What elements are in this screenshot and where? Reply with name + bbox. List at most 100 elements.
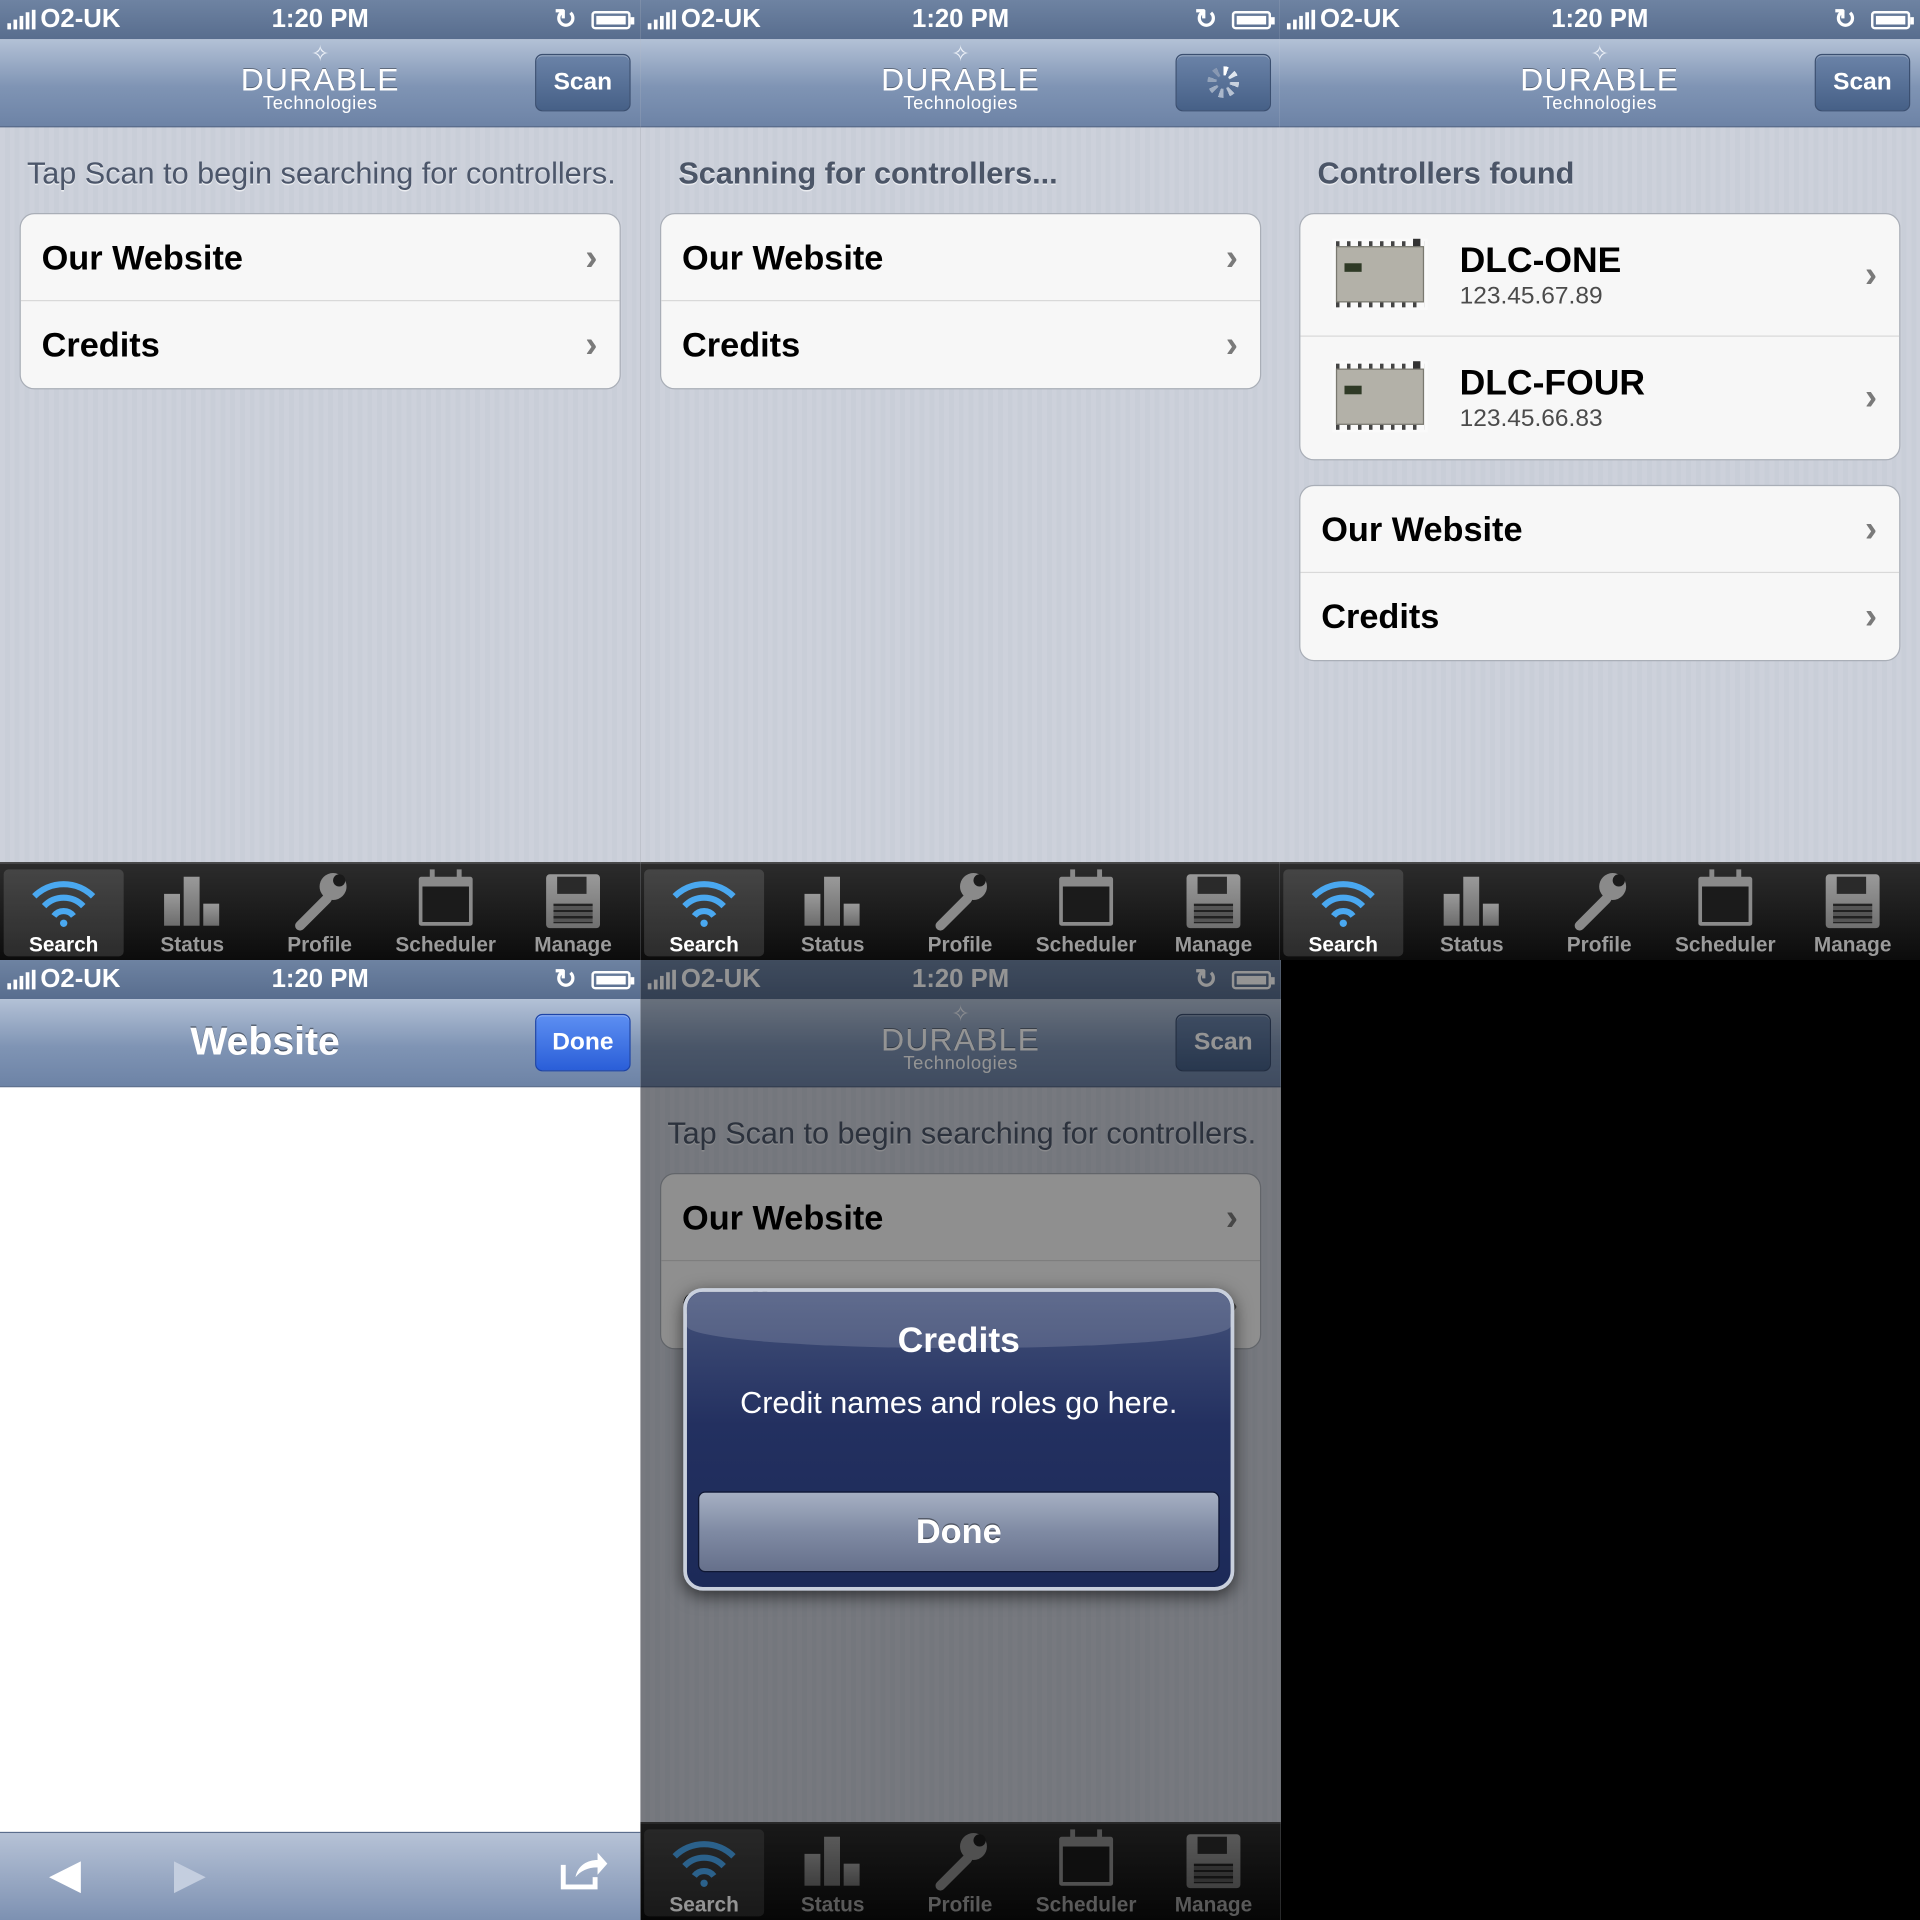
tab-status[interactable]: Status [1412,869,1532,956]
spinner-icon [1207,66,1240,98]
tab-profile[interactable]: Profile [260,869,380,956]
clock: 1:20 PM [271,4,369,34]
chevron-right-icon: › [1864,377,1878,418]
tab-search[interactable]: Search [644,869,765,957]
rotation-lock-icon: ↻ [554,3,577,35]
floppy-disk-icon [1186,874,1241,929]
calendar-icon [418,869,473,926]
browser-toolbar: ◀ ▶ [0,1831,641,1920]
page-title: Website [190,1018,340,1063]
forward-arrow-icon[interactable]: ▶ [174,1850,206,1899]
web-view[interactable] [0,1087,641,1832]
calendar-icon [1698,869,1753,926]
status-bar: O2-UK 1:20 PM ↻ [1279,0,1920,40]
controller-device-icon [1332,361,1428,433]
clock: 1:20 PM [912,4,1010,34]
bar-chart-icon [773,869,893,930]
share-icon[interactable] [558,1850,609,1903]
tab-scheduler[interactable]: Scheduler [1026,869,1146,956]
scan-prompt: Tap Scan to begin searching for controll… [26,156,616,192]
screen-idle: O2-UK 1:20 PM ↻ ✧ DURABLE Technologies Sca… [0,0,641,960]
floppy-disk-icon [1825,874,1880,929]
tab-scheduler[interactable]: Scheduler [386,869,506,956]
controller-ip: 123.45.67.89 [1459,282,1603,310]
controller-name: DLC-FOUR [1459,363,1646,403]
nav-bar: ✧ DURABLE Technologies Scan [0,39,641,128]
chevron-right-icon: › [1864,596,1878,637]
chevron-right-icon: › [585,237,598,278]
our-website-cell[interactable]: Our Website › [20,214,620,302]
floppy-disk-icon [546,874,600,929]
controllers-group: DLC-ONE 123.45.67.89 › DLC-FOUR 123.45.6… [1299,213,1901,461]
controller-row[interactable]: DLC-ONE 123.45.67.89 › [1300,214,1900,337]
scan-button[interactable]: Scan [535,53,631,112]
status-bar: O2-UK 1:20 PM ↻ [0,0,641,40]
screen-scanning: O2-UK 1:20 PM ↻ ✧ DURABLE Technologies Sca… [640,0,1281,960]
battery-icon [1871,11,1914,30]
controller-ip: 123.45.66.83 [1459,405,1603,433]
alert-title: Credits [897,1321,1020,1361]
alert-message: Credit names and roles go here. [740,1386,1178,1421]
battery-icon [591,971,635,990]
tab-status[interactable]: Status [773,869,893,956]
clock: 1:20 PM [271,964,369,994]
links-group: Our Website› Credits› [1299,484,1901,662]
wifi-icon [4,869,124,930]
controller-name: DLC-ONE [1459,241,1622,281]
wifi-icon [1283,869,1403,930]
links-group: Our Website› Credits› [19,213,621,390]
chevron-right-icon: › [585,324,598,365]
calendar-icon [1059,869,1114,926]
bar-chart-icon [132,869,252,930]
nav-bar: Website Done [0,999,641,1088]
status-bar: O2-UK 1:20 PM ↻ [0,960,641,1000]
tab-search[interactable]: Search [3,869,124,957]
credits-cell[interactable]: Credits› [1300,573,1899,660]
done-button[interactable]: Done [535,1013,631,1072]
scan-button[interactable]: Scan [1814,53,1911,112]
battery-icon [1231,11,1275,30]
controller-row[interactable]: DLC-FOUR 123.45.66.83 › [1300,337,1899,459]
found-heading: Controllers found [1317,156,1575,192]
tab-search[interactable]: Search [1283,869,1404,957]
wrench-icon [260,869,380,931]
scan-button-busy[interactable] [1175,53,1272,112]
links-group: Our Website› Credits› [660,213,1262,390]
nav-bar: ✧ DURABLE Technologies [640,39,1281,128]
tab-status[interactable]: Status [132,869,252,956]
credits-alert: Credits Credit names and roles go here. … [683,1288,1235,1591]
our-website-cell[interactable]: Our Website › [661,214,1260,302]
controller-device-icon [1332,238,1428,310]
bar-chart-icon [1412,869,1532,930]
tab-bar: Search Status Profile Scheduler Manage f… [0,862,641,960]
tab-bar: Search Status Profile Scheduler Manage f… [640,862,1281,960]
screen-website: O2-UK 1:20 PM ↻ Website Done ◀ ▶ [0,960,641,1920]
tab-bar: Search Status Profile Scheduler Manage f… [1279,862,1920,960]
battery-icon [591,11,635,30]
wrench-icon [900,869,1020,931]
tab-profile[interactable]: Profile [900,869,1020,956]
wifi-icon [644,869,764,930]
wrench-icon [1539,869,1659,931]
chevron-right-icon: › [1225,237,1238,278]
alert-done-button[interactable]: Done [697,1491,1220,1573]
tab-manage-files[interactable]: Manage files [513,869,633,960]
back-arrow-icon[interactable]: ◀ [49,1850,81,1899]
tab-manage-files[interactable]: Manage files [1793,869,1913,960]
rotation-lock-icon: ↻ [1194,3,1218,35]
our-website-cell[interactable]: Our Website › [1300,486,1900,574]
rotation-lock-icon: ↻ [1833,3,1857,35]
tab-manage-files[interactable]: Manage files [1153,869,1273,960]
status-bar: O2-UK 1:20 PM ↻ [640,0,1281,40]
scanning-status: Scanning for controllers... [678,156,1058,192]
chevron-right-icon: › [1864,254,1878,296]
credits-cell[interactable]: Credits› [21,301,620,388]
tab-profile[interactable]: Profile [1539,869,1659,956]
clock: 1:20 PM [1551,4,1649,34]
chevron-right-icon: › [1225,324,1238,365]
credits-cell[interactable]: Credits› [661,301,1260,388]
nav-bar: ✧ DURABLE Technologies Scan [1279,39,1920,128]
rotation-lock-icon: ↻ [554,963,577,995]
tab-scheduler[interactable]: Scheduler [1665,869,1785,956]
chevron-right-icon: › [1864,509,1878,550]
